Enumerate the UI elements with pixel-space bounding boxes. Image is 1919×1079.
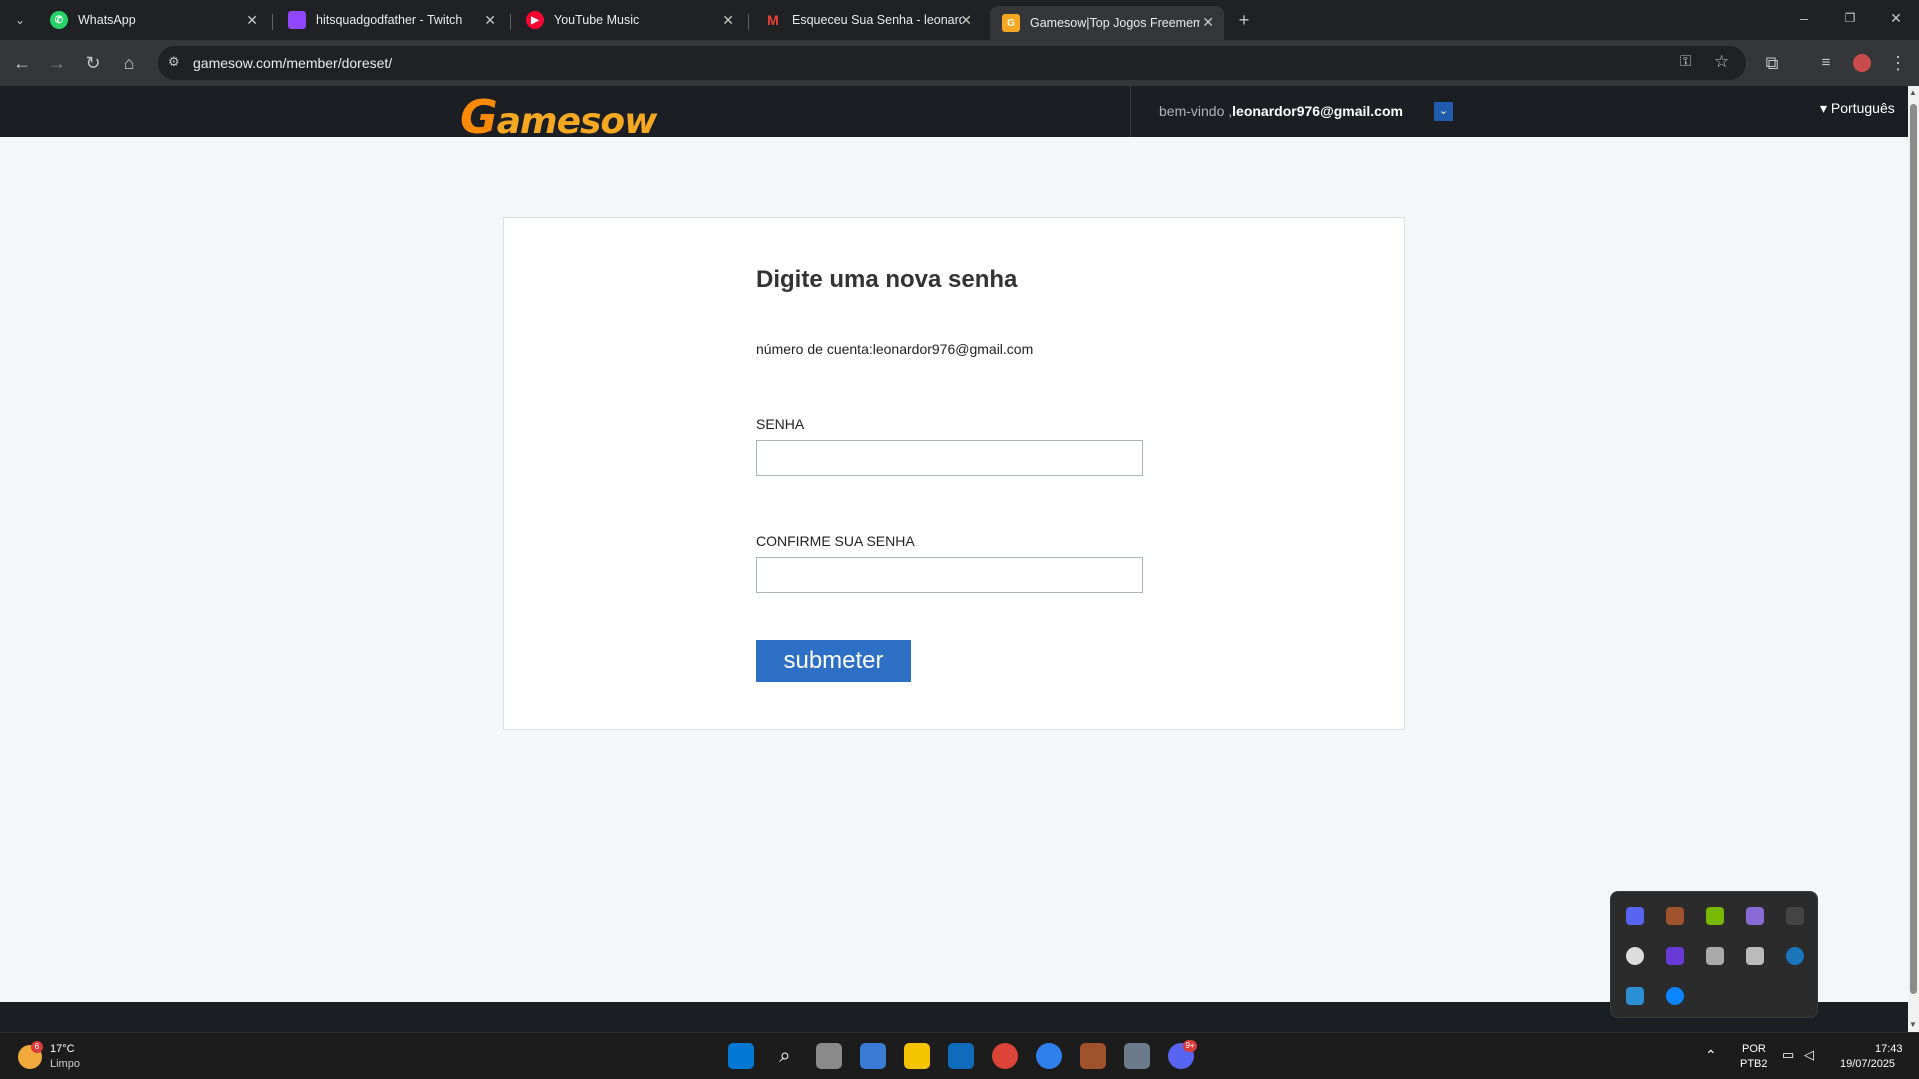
- gmail-icon: M: [767, 12, 779, 28]
- discord-badge: 9+: [1183, 1040, 1197, 1052]
- password-field[interactable]: [756, 440, 1143, 476]
- tab-gmail[interactable]: M Esqueceu Sua Senha - leonardo ✕: [752, 0, 982, 40]
- restore-icon[interactable]: ❐: [1838, 6, 1862, 30]
- input-language[interactable]: POR: [1742, 1043, 1766, 1055]
- nvidia-tray-icon[interactable]: [1706, 907, 1724, 925]
- weather-badge: 6: [31, 1041, 43, 1053]
- game-tray-icon[interactable]: [1666, 907, 1684, 925]
- tab-separator: [748, 14, 749, 30]
- tab-title: Gamesow|Top Jogos Freemem: [1030, 16, 1200, 30]
- cursor-tray-icon[interactable]: [1706, 947, 1724, 965]
- scroll-down-icon[interactable]: ▼: [1909, 1020, 1917, 1029]
- weather-temp[interactable]: 17°C: [50, 1043, 75, 1055]
- tab-youtube-music[interactable]: ▶ YouTube Music ✕: [514, 0, 744, 40]
- welcome-text: bem-vindo ,leonardor976@gmail.com: [1159, 103, 1403, 119]
- weather-desc[interactable]: Limpo: [50, 1058, 80, 1070]
- extensions-icon[interactable]: ⧉: [1760, 51, 1784, 75]
- tab-title: YouTube Music: [554, 13, 640, 27]
- page-title: Digite uma nova senha: [756, 266, 1018, 293]
- forward-icon[interactable]: →: [45, 51, 69, 75]
- close-tab-icon[interactable]: ✕: [722, 12, 734, 29]
- back-icon[interactable]: ←: [10, 51, 34, 75]
- close-tab-icon[interactable]: ✕: [960, 12, 972, 29]
- header-divider: [1130, 86, 1131, 137]
- home-icon[interactable]: ⌂: [117, 51, 141, 75]
- media-controls-icon[interactable]: ≡: [1814, 51, 1838, 75]
- password-label: SENHA: [756, 416, 805, 432]
- gamesow-logo[interactable]: Gamesow: [460, 90, 657, 144]
- clock-date[interactable]: 19/07/2025: [1840, 1058, 1895, 1070]
- outlook-icon[interactable]: [948, 1043, 974, 1069]
- feather-tray-icon[interactable]: [1746, 907, 1764, 925]
- tab-gamesow[interactable]: G Gamesow|Top Jogos Freemem ✕: [990, 6, 1224, 40]
- task-view-icon[interactable]: [816, 1043, 842, 1069]
- menu-kebab-icon[interactable]: ⋮: [1886, 51, 1910, 75]
- page-scrollbar[interactable]: ▲ ▼: [1908, 86, 1919, 1032]
- file-explorer-icon[interactable]: [904, 1043, 930, 1069]
- network-icon[interactable]: ▭: [1782, 1047, 1794, 1063]
- twitch-icon: [288, 11, 306, 29]
- close-tab-icon[interactable]: ✕: [484, 12, 496, 29]
- app-c-icon[interactable]: [1036, 1043, 1062, 1069]
- user-email[interactable]: leonardor976@gmail.com: [1232, 103, 1403, 119]
- steam-tray-icon[interactable]: [1786, 947, 1804, 965]
- submit-button[interactable]: submeter: [756, 640, 911, 682]
- tab-search-icon[interactable]: ⌄: [8, 8, 32, 32]
- chrome-icon[interactable]: [992, 1043, 1018, 1069]
- ms-store-icon[interactable]: [860, 1043, 886, 1069]
- window-close-icon[interactable]: ✕: [1884, 6, 1908, 30]
- scrollbar-thumb[interactable]: [1910, 104, 1917, 994]
- game-launcher-icon[interactable]: [1124, 1043, 1150, 1069]
- reset-password-card: Digite uma nova senha número de cuenta:l…: [503, 217, 1405, 730]
- bluetooth-tray-icon[interactable]: [1666, 987, 1684, 1005]
- whatsapp-icon: ✆: [50, 11, 68, 29]
- reload-icon[interactable]: ↻: [81, 51, 105, 75]
- app-tray-icon[interactable]: [1746, 947, 1764, 965]
- tab-separator: [510, 14, 511, 30]
- search-icon[interactable]: ⌕: [772, 1043, 798, 1069]
- confirm-password-label: CONFIRME SUA SENHA: [756, 533, 915, 549]
- windows-start-icon[interactable]: [728, 1043, 754, 1069]
- password-key-icon[interactable]: ⚿: [1680, 53, 1691, 70]
- tray-overflow-popup: [1610, 891, 1818, 1018]
- tab-twitch[interactable]: hitsquadgodfather - Twitch ✕: [276, 0, 506, 40]
- scroll-up-icon[interactable]: ▲: [1909, 88, 1917, 97]
- security-tray-icon[interactable]: [1626, 987, 1644, 1005]
- tab-separator: [272, 14, 273, 30]
- browser-toolbar: ← → ↻ ⌂ ⚙ gamesow.com/member/doreset/ ⚿ …: [0, 40, 1919, 86]
- site-info-icon[interactable]: ⚙: [168, 54, 180, 70]
- monitor-tray-icon[interactable]: [1666, 947, 1684, 965]
- user-menu-dropdown-icon[interactable]: ⌄: [1434, 102, 1453, 121]
- account-number-text: número de cuenta:leonardor976@gmail.com: [756, 341, 1034, 357]
- windows-taskbar: 6 17°C Limpo ⌕ 9+ ⌃ POR PTB2 ▭ ◁ 17:43 1…: [0, 1032, 1919, 1079]
- clock-time[interactable]: 17:43: [1875, 1043, 1903, 1055]
- url-text[interactable]: gamesow.com/member/doreset/: [193, 55, 392, 71]
- game-icon[interactable]: [1080, 1043, 1106, 1069]
- bookmark-star-icon[interactable]: ☆: [1714, 52, 1729, 72]
- shield-tray-icon[interactable]: [1626, 947, 1644, 965]
- tab-title: Esqueceu Sua Senha - leonardo: [792, 13, 962, 27]
- welcome-label: bem-vindo ,: [1159, 103, 1233, 119]
- close-tab-icon[interactable]: ✕: [1202, 14, 1214, 31]
- tab-whatsapp[interactable]: ✆ WhatsApp ✕: [38, 0, 268, 40]
- youtube-music-icon: ▶: [526, 11, 544, 29]
- language-selector[interactable]: ▾ Português: [1820, 100, 1895, 117]
- volume-icon[interactable]: ◁: [1804, 1047, 1814, 1063]
- profile-avatar-icon[interactable]: [1850, 51, 1874, 75]
- discord-tray-icon[interactable]: [1626, 907, 1644, 925]
- new-tab-icon[interactable]: +: [1232, 8, 1256, 32]
- gamesow-icon: G: [1002, 14, 1020, 32]
- tab-title: hitsquadgodfather - Twitch: [316, 13, 463, 27]
- epic-games-tray-icon[interactable]: [1786, 907, 1804, 925]
- input-layout[interactable]: PTB2: [1740, 1058, 1768, 1070]
- browser-tab-strip: ⌄ ✆ WhatsApp ✕ hitsquadgodfather - Twitc…: [0, 0, 1919, 40]
- minimize-icon[interactable]: –: [1792, 6, 1816, 30]
- tray-overflow-chevron-icon[interactable]: ⌃: [1705, 1047, 1717, 1064]
- tab-title: WhatsApp: [78, 13, 136, 27]
- site-header: Gamesow bem-vindo ,leonardor976@gmail.co…: [0, 86, 1908, 144]
- confirm-password-field[interactable]: [756, 557, 1143, 593]
- address-bar[interactable]: ⚙ gamesow.com/member/doreset/ ⚿ ☆: [158, 46, 1746, 80]
- close-tab-icon[interactable]: ✕: [246, 12, 258, 29]
